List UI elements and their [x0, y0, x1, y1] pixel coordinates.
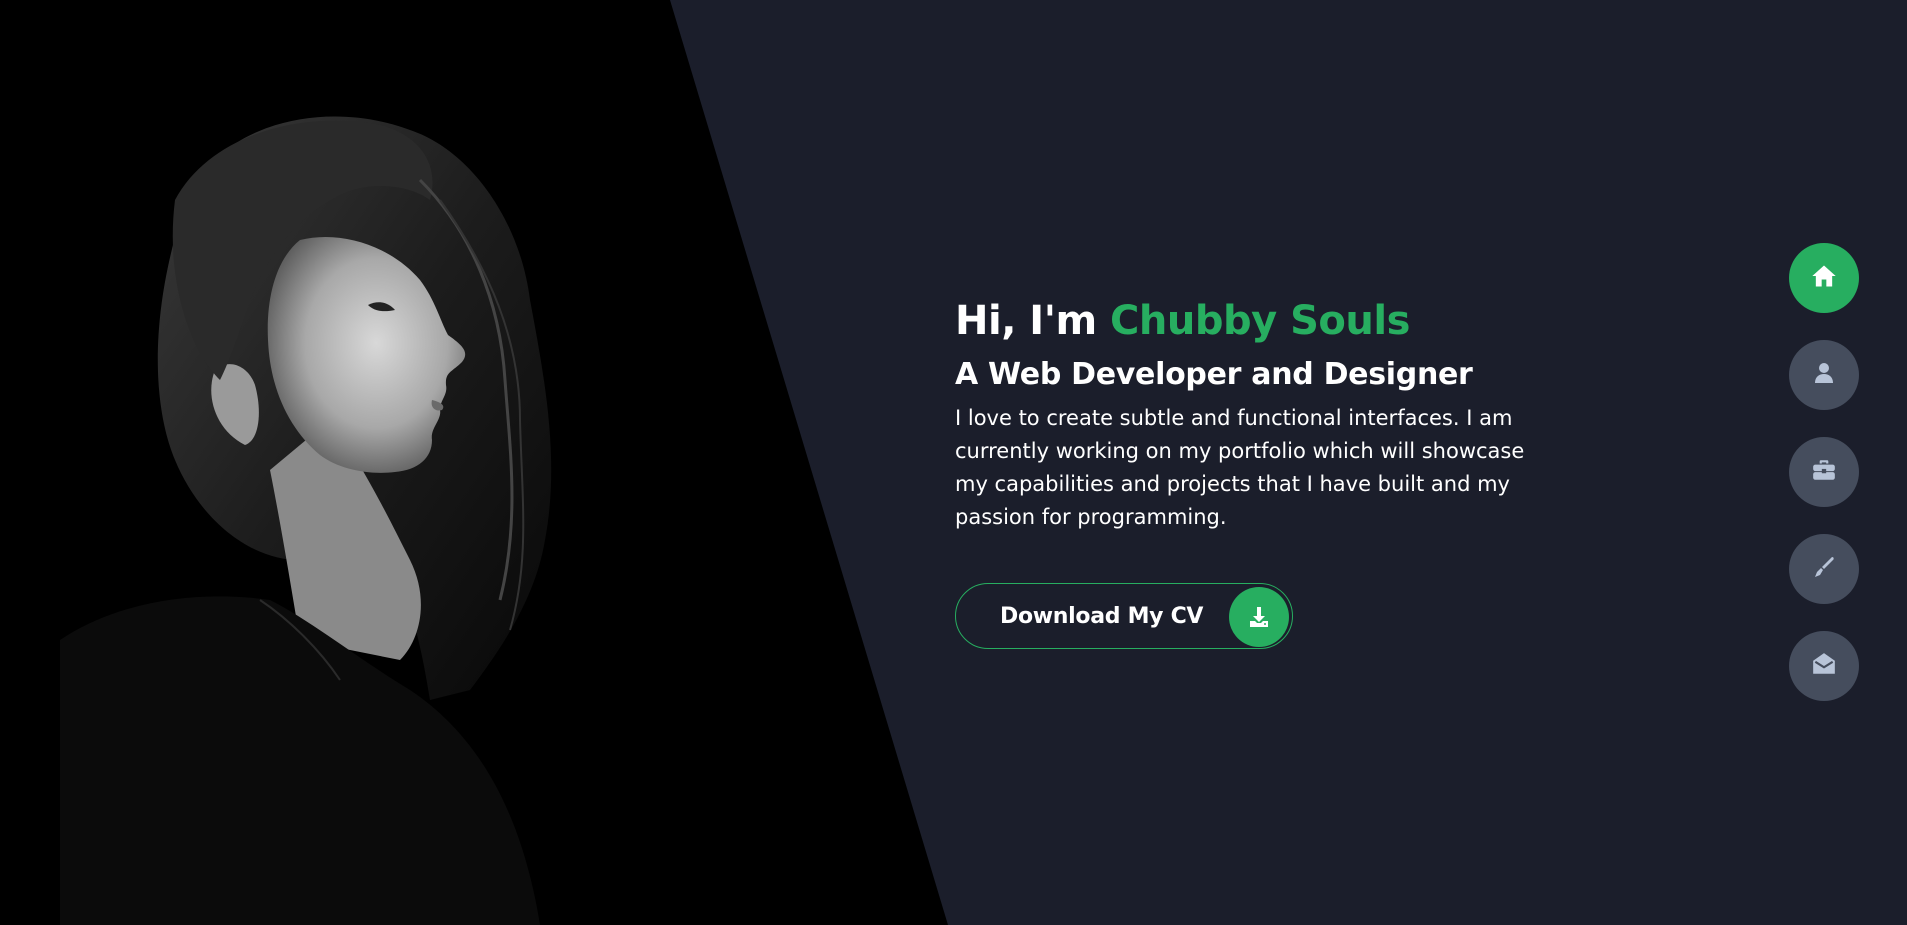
portrait-image — [60, 116, 552, 925]
greeting-heading: Hi, I'm Chubby Souls — [955, 292, 1555, 350]
intro-paragraph: I love to create subtle and functional i… — [955, 406, 1525, 529]
side-nav — [1789, 243, 1859, 728]
download-cv-button[interactable]: Download My CV — [955, 583, 1293, 649]
nav-contact-button[interactable] — [1789, 631, 1859, 701]
home-icon — [1810, 262, 1838, 294]
user-icon — [1812, 361, 1836, 389]
briefcase-icon — [1811, 457, 1837, 487]
nav-blog-button[interactable] — [1789, 534, 1859, 604]
pen-icon — [1812, 555, 1836, 583]
download-cv-label: Download My CV — [1000, 603, 1204, 629]
greeting-prefix: Hi, I'm — [955, 298, 1111, 344]
hero-page: Hi, I'm Chubby Souls A Web Developer and… — [0, 0, 1907, 925]
download-icon — [1229, 587, 1289, 647]
nav-about-button[interactable] — [1789, 340, 1859, 410]
role-subtitle: A Web Developer and Designer — [955, 357, 1473, 392]
profile-photo — [0, 0, 948, 925]
hero-section: Hi, I'm Chubby Souls A Web Developer and… — [955, 292, 1555, 649]
envelope-open-icon — [1811, 651, 1837, 681]
nav-home-button[interactable] — [1789, 243, 1859, 313]
nav-portfolio-button[interactable] — [1789, 437, 1859, 507]
name-highlight: Chubby Souls — [1110, 298, 1410, 344]
